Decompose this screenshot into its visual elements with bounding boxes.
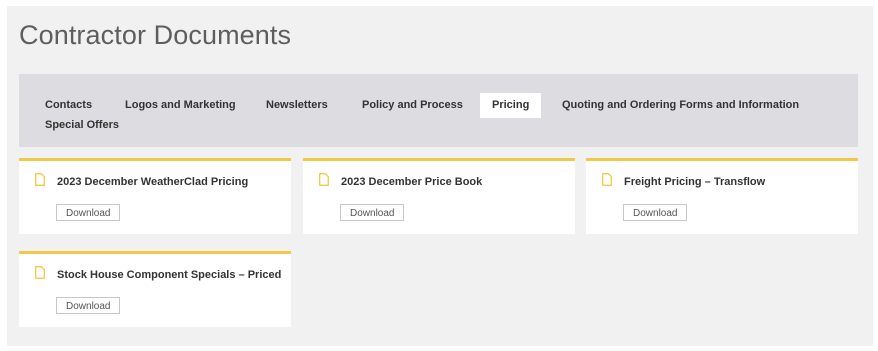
download-button[interactable]: Download xyxy=(623,204,688,221)
download-button[interactable]: Download xyxy=(56,297,121,314)
document-title: 2023 December Price Book xyxy=(341,176,483,188)
tab-newsletters[interactable]: Newsletters xyxy=(266,99,328,112)
document-icon xyxy=(35,266,45,279)
tab-bar: Contacts Logos and Marketing Newsletters… xyxy=(19,74,858,147)
tab-logos-and-marketing[interactable]: Logos and Marketing xyxy=(125,99,236,112)
document-card: 2023 December WeatherClad Pricing Downlo… xyxy=(19,158,291,234)
tab-special-offers[interactable]: Special Offers xyxy=(45,119,119,132)
tab-pricing[interactable]: Pricing xyxy=(480,93,542,118)
tab-policy-and-process[interactable]: Policy and Process xyxy=(362,99,463,112)
document-title: Stock House Component Specials – Priced xyxy=(57,269,282,281)
document-icon xyxy=(319,173,329,186)
tab-quoting-and-ordering[interactable]: Quoting and Ordering Forms and Informati… xyxy=(562,99,799,112)
document-icon xyxy=(602,173,612,186)
document-card: 2023 December Price Book Download xyxy=(303,158,575,234)
page-title: Contractor Documents xyxy=(19,20,292,50)
content-panel: Contractor Documents Contacts Logos and … xyxy=(7,6,873,346)
download-button[interactable]: Download xyxy=(340,204,405,221)
document-icon xyxy=(35,173,45,186)
download-button[interactable]: Download xyxy=(56,204,121,221)
tab-contacts[interactable]: Contacts xyxy=(45,99,92,112)
document-card: Stock House Component Specials – Priced … xyxy=(19,251,291,327)
document-title: 2023 December WeatherClad Pricing xyxy=(57,176,249,188)
document-title: Freight Pricing – Transflow xyxy=(624,176,766,188)
document-card: Freight Pricing – Transflow Download xyxy=(586,158,858,234)
